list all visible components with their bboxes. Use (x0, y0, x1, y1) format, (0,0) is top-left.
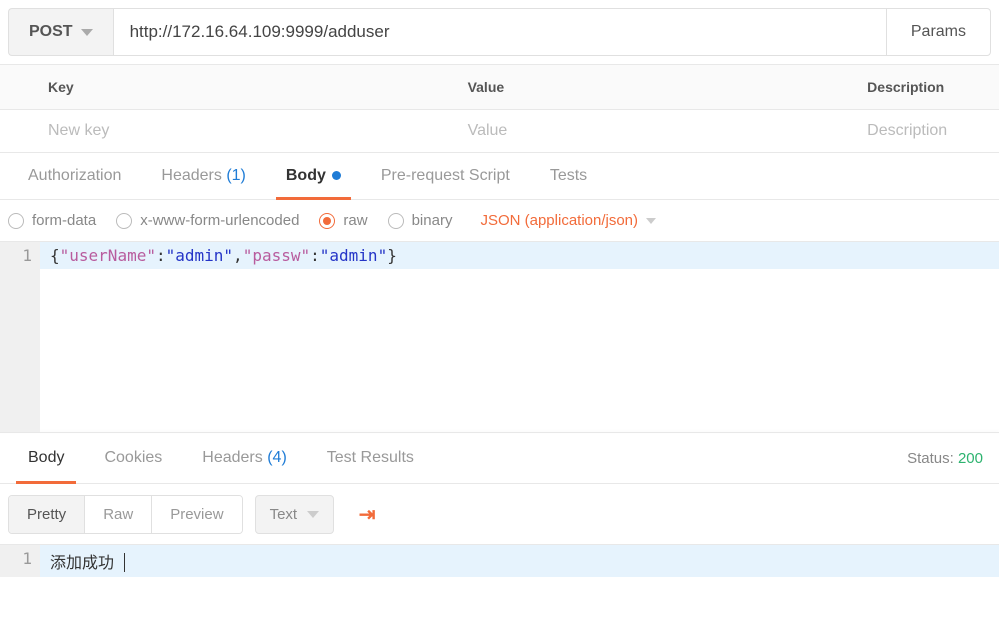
params-button[interactable]: Params (886, 8, 991, 56)
response-line: 添加成功 (40, 545, 999, 577)
response-body-editor: 1 添加成功 (0, 545, 999, 577)
body-type-binary[interactable]: binary (388, 212, 453, 229)
wrap-icon: ⇥ (359, 502, 376, 527)
content-type-label: JSON (application/json) (480, 212, 638, 229)
radio-label: x-www-form-urlencoded (140, 212, 299, 229)
tab-count: (1) (222, 167, 246, 184)
request-params-table: Key Value Description New key Value Desc… (0, 64, 999, 153)
modified-dot-icon (332, 171, 341, 180)
radio-icon (8, 213, 24, 229)
radio-icon (116, 213, 132, 229)
line-gutter: 1 (0, 545, 40, 577)
view-mode-group: PrettyRawPreview (8, 495, 243, 534)
body-type-form-data[interactable]: form-data (8, 212, 96, 229)
new-value-cell[interactable]: Value (420, 110, 820, 153)
http-method-label: POST (29, 23, 73, 41)
wrap-lines-button[interactable]: ⇥ (346, 494, 388, 534)
radio-label: raw (343, 212, 367, 229)
chevron-down-icon (81, 29, 93, 36)
status-label: Status: (907, 450, 954, 467)
caret (114, 553, 125, 572)
radio-label: binary (412, 212, 453, 229)
code-area[interactable]: {"userName":"admin","passw":"admin"} (40, 242, 999, 432)
col-value: Value (420, 65, 820, 110)
json-token: { (50, 246, 60, 265)
json-token: "passw" (243, 246, 310, 265)
tab-pre-request-script[interactable]: Pre-request Script (361, 153, 530, 199)
chevron-down-icon (646, 218, 656, 224)
col-description: Description (819, 65, 999, 110)
body-type-x-www-form-urlencoded[interactable]: x-www-form-urlencoded (116, 212, 299, 229)
response-status: Status: 200 (907, 450, 983, 467)
body-type-options: form-data x-www-form-urlencoded raw binary J… (0, 200, 999, 242)
response-toolbar: PrettyRawPreview Text ⇥ (0, 484, 999, 545)
status-code: 200 (958, 450, 983, 467)
content-type-select[interactable]: JSON (application/json) (480, 212, 656, 229)
body-type-raw[interactable]: raw (319, 212, 367, 229)
json-token: } (387, 246, 397, 265)
tab-body[interactable]: Body (266, 153, 361, 199)
line-gutter: 1 (0, 242, 40, 432)
line-number: 1 (4, 246, 32, 265)
request-tabs: AuthorizationHeaders (1)BodyPre-request … (0, 153, 999, 200)
response-tab-headers[interactable]: Headers (4) (182, 433, 306, 483)
response-tab-body[interactable]: Body (8, 433, 84, 483)
view-mode-raw[interactable]: Raw (85, 496, 152, 533)
response-format-select[interactable]: Text (255, 495, 335, 534)
tab-count: (4) (263, 449, 287, 466)
radio-icon (319, 213, 335, 229)
tab-tests[interactable]: Tests (530, 153, 607, 199)
new-description-cell[interactable]: Description (819, 110, 999, 153)
json-token: : (156, 246, 166, 265)
new-key-cell[interactable]: New key (0, 110, 420, 153)
table-row[interactable]: New key Value Description (0, 110, 999, 153)
response-text: 添加成功 (50, 553, 114, 572)
tab-authorization[interactable]: Authorization (8, 153, 141, 199)
response-tab-test-results[interactable]: Test Results (307, 433, 434, 483)
view-mode-preview[interactable]: Preview (152, 496, 241, 533)
url-input[interactable] (113, 8, 886, 56)
code-line[interactable]: {"userName":"admin","passw":"admin"} (40, 242, 999, 269)
radio-label: form-data (32, 212, 96, 229)
response-tabs: BodyCookiesHeaders (4)Test Results (8, 433, 434, 483)
format-label: Text (270, 506, 298, 523)
json-token: , (233, 246, 243, 265)
response-tab-cookies[interactable]: Cookies (84, 433, 182, 483)
view-mode-pretty[interactable]: Pretty (9, 496, 85, 533)
request-body-editor[interactable]: 1 {"userName":"admin","passw":"admin"} (0, 242, 999, 432)
http-method-select[interactable]: POST (8, 8, 113, 56)
radio-icon (388, 213, 404, 229)
json-token: "userName" (60, 246, 156, 265)
tab-headers[interactable]: Headers (1) (141, 153, 265, 199)
line-number: 1 (4, 549, 32, 568)
json-token: "admin" (320, 246, 387, 265)
col-key: Key (0, 65, 420, 110)
json-token: : (310, 246, 320, 265)
json-token: "admin" (166, 246, 233, 265)
chevron-down-icon (307, 511, 319, 518)
